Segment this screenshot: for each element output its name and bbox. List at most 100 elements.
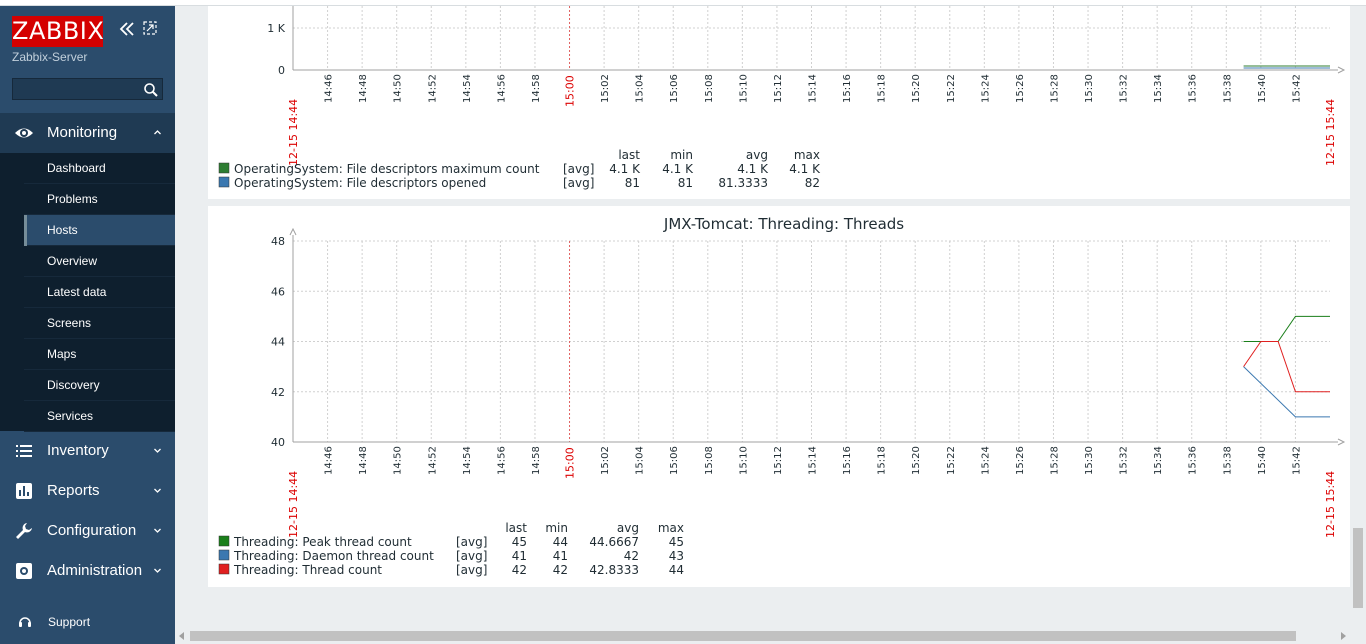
x-tick-label: 15:28 — [1049, 74, 1060, 103]
series-line — [1243, 341, 1330, 393]
vertical-scrollbar-thumb[interactable] — [1353, 528, 1363, 608]
nav-reports-label: Reports — [47, 482, 100, 499]
y-tick-label: 40 — [271, 436, 285, 449]
sidebar-item-label: Overview — [47, 254, 98, 268]
legend-series-func: [avg] — [563, 162, 594, 176]
sidebar-item-overview[interactable]: Overview — [24, 246, 175, 277]
zabbix-logo[interactable]: ZABBIX — [12, 16, 104, 47]
legend-value-avg: 4.1 K — [737, 162, 769, 176]
x-tick-label: 15:20 — [911, 74, 922, 103]
search-icon[interactable] — [143, 82, 159, 98]
x-tick-label: 15:06 — [669, 446, 680, 475]
sidebar-item-screens[interactable]: Screens — [24, 308, 175, 339]
chevron-down-icon — [154, 568, 161, 573]
legend-value-last: 41 — [512, 549, 527, 563]
sidebar-item-problems[interactable]: Problems — [24, 184, 175, 215]
x-start-label: 12-15 14:44 — [287, 99, 300, 166]
legend-series-name: OperatingSystem: File descriptors maximu… — [234, 162, 540, 176]
x-tick-label: 15:12 — [773, 74, 784, 103]
legend-value-avg: 81.3333 — [718, 176, 768, 190]
sidebar-item-label: Maps — [47, 347, 77, 361]
y-tick-label: 1 K — [267, 22, 285, 35]
legend-swatch — [218, 563, 230, 575]
sidebar-item-label: Problems — [47, 192, 98, 206]
legend-series-func: [avg] — [563, 176, 594, 190]
support-link[interactable]: Support — [0, 606, 175, 638]
x-tick-label: 15:24 — [980, 446, 991, 475]
legend-series-name: OperatingSystem: File descriptors opened — [234, 176, 486, 190]
nav-reports[interactable]: Reports — [0, 471, 175, 511]
chevron-up-icon — [154, 130, 161, 135]
threads-graph[interactable]: JMX-Tomcat: Threading: Threads 40 42 44 46 48… — [208, 206, 1350, 587]
x-tick-label: 15:14 — [808, 74, 819, 103]
kiosk-mode-icon[interactable] — [143, 21, 157, 35]
x-tick-label: 15:20 — [911, 446, 922, 475]
legend-header: max — [658, 521, 684, 535]
chevron-down-icon — [154, 528, 161, 533]
x-tick-label: 15:10 — [738, 74, 749, 103]
sidebar-item-discovery[interactable]: Discovery — [24, 370, 175, 401]
legend-value-avg: 44.6667 — [589, 535, 639, 549]
sidebar-item-label: Screens — [47, 316, 92, 330]
nav-administration[interactable]: Administration — [0, 551, 175, 591]
sidebar-item-latest-data[interactable]: Latest data — [24, 277, 175, 308]
gear-icon — [16, 563, 32, 579]
nav-monitoring-label: Monitoring — [47, 124, 118, 141]
file-descriptors-graph[interactable]: 0 1 K 14:46 14:48 14:50 14:52 14:54 14:56 14:58 1… — [208, 6, 1350, 199]
nav-administration-label: Administration — [47, 562, 143, 579]
x-tick-label: 15:40 — [1257, 74, 1268, 103]
x-tick-label: 15:38 — [1222, 446, 1233, 475]
x-tick-label: 14:46 — [324, 74, 335, 103]
legend-value-last: 81 — [625, 176, 640, 190]
y-tick-label: 42 — [271, 386, 285, 399]
nav-inventory[interactable]: Inventory — [0, 431, 175, 471]
x-tick-label: 15:30 — [1084, 446, 1095, 475]
legend-series-func: [avg] — [456, 549, 487, 563]
legend-value-max: 82 — [805, 176, 820, 190]
sidebar-item-services[interactable]: Services — [24, 401, 175, 432]
x-tick-label: 14:58 — [531, 74, 542, 103]
legend-header: min — [670, 148, 693, 162]
x-tick-label: 15:34 — [1153, 74, 1164, 103]
x-tick-label: 14:52 — [427, 446, 438, 475]
chevron-down-icon — [154, 448, 161, 453]
x-tick-label: 15:24 — [980, 74, 991, 103]
chevron-down-icon — [154, 488, 161, 493]
legend-header: avg — [617, 521, 639, 535]
x-tick-label: 15:36 — [1188, 446, 1199, 475]
scroll-left-arrow-icon[interactable] — [178, 632, 186, 640]
horizontal-scrollbar-thumb[interactable] — [190, 631, 1296, 641]
sidebar-item-maps[interactable]: Maps — [24, 339, 175, 370]
sidebar-item-label: Latest data — [47, 285, 107, 299]
legend-value-min: 81 — [678, 176, 693, 190]
sidebar-item-dashboard[interactable]: Dashboard — [24, 153, 175, 184]
legend-swatch — [218, 176, 230, 188]
legend-value-max: 44 — [669, 563, 684, 577]
collapse-sidebar-icon[interactable] — [118, 20, 136, 38]
scroll-right-arrow-icon[interactable] — [1339, 632, 1347, 640]
x-tick-label: 15:32 — [1119, 446, 1130, 475]
x-tick-label: 15:22 — [946, 74, 957, 103]
x-tick-label: 14:56 — [496, 74, 507, 103]
x-tick-label: 15:22 — [946, 446, 957, 475]
x-tick-label: 14:58 — [531, 446, 542, 475]
legend-value-min: 41 — [553, 549, 568, 563]
search-input[interactable] — [12, 78, 163, 100]
nav-configuration-label: Configuration — [47, 522, 137, 539]
sidebar: ZABBIX Zabbix-Server Monitoring Dashboar… — [0, 6, 175, 644]
sidebar-item-hosts[interactable]: Hosts — [24, 215, 175, 246]
legend-series-func: [avg] — [456, 535, 487, 549]
legend-series-name: Threading: Peak thread count — [233, 535, 412, 549]
legend-header: max — [794, 148, 820, 162]
nav-monitoring[interactable]: Monitoring — [0, 113, 175, 153]
x-tick-label: 15:02 — [600, 74, 611, 103]
x-tick-label: 15:42 — [1291, 446, 1302, 475]
legend-value-max: 4.1 K — [789, 162, 821, 176]
nav-configuration[interactable]: Configuration — [0, 511, 175, 551]
x-tick-label: 14:48 — [358, 446, 369, 475]
x-axis-arrow-icon — [1337, 66, 1346, 74]
legend-swatch — [218, 549, 230, 561]
legend-value-avg: 42.8333 — [589, 563, 639, 577]
eye-icon — [15, 128, 33, 138]
x-tick-label: 14:46 — [324, 446, 335, 475]
